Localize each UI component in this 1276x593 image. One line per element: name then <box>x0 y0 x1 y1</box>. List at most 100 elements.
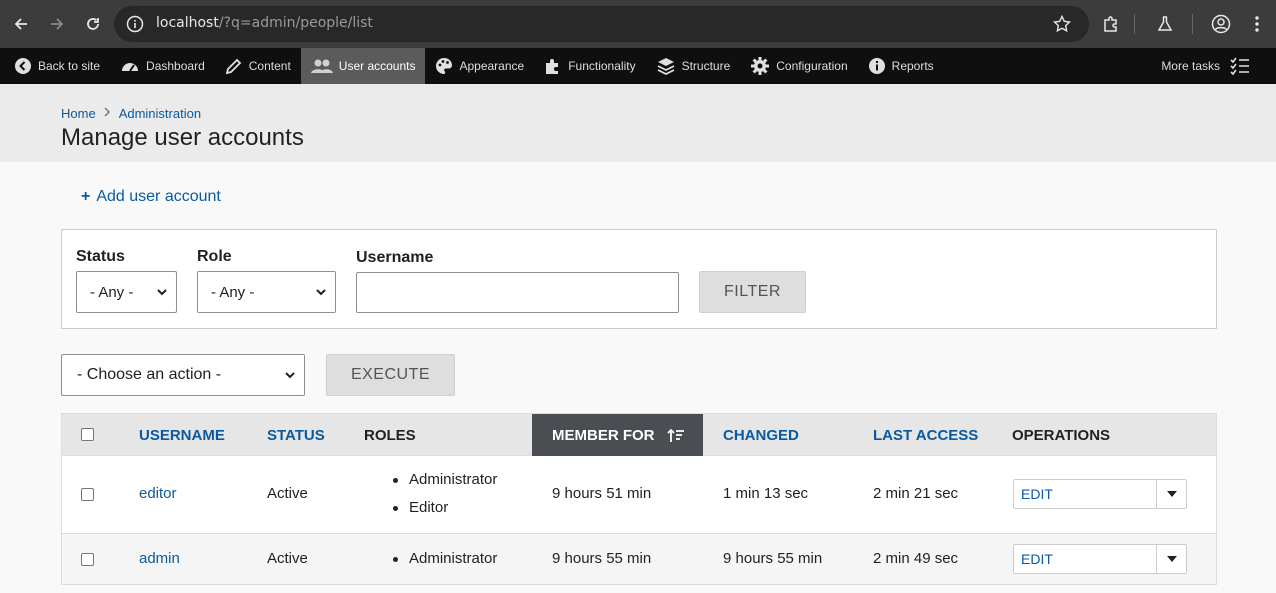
info-icon <box>868 58 885 74</box>
menu-kebab-icon[interactable] <box>1245 12 1269 36</box>
profile-icon[interactable] <box>1209 12 1233 36</box>
toolbar-label: Functionality <box>568 59 636 73</box>
admin-toolbar: Back to site Dashboard Content User acco… <box>0 48 1276 84</box>
toolbar-item-functionality[interactable]: Functionality <box>534 48 645 84</box>
layers-icon <box>657 58 674 76</box>
status-filter-select[interactable]: - Any - <box>76 271 177 313</box>
extensions-icon[interactable] <box>1099 12 1123 36</box>
url-text: localhost/?q=admin/people/list <box>156 15 373 31</box>
select-all-checkbox[interactable] <box>81 428 94 441</box>
toolbar-label: Reports <box>891 59 934 73</box>
separator <box>1192 14 1193 34</box>
last-access-text: 2 min 21 sec <box>873 485 959 502</box>
bulk-action-value: - Choose an action - <box>77 366 222 383</box>
palette-icon <box>436 58 453 74</box>
header-changed[interactable]: CHANGED <box>723 414 799 457</box>
edit-button[interactable]: EDIT <box>1014 545 1157 573</box>
reload-icon[interactable] <box>81 12 105 36</box>
puzzle-icon <box>546 59 559 74</box>
chevron-down-icon <box>156 285 168 302</box>
toolbar-item-configuration[interactable]: Configuration <box>740 48 857 84</box>
edit-button[interactable]: EDIT <box>1014 480 1157 508</box>
roles-list: Administrator <box>389 545 497 573</box>
bulk-action-select[interactable]: - Choose an action - <box>61 354 305 396</box>
execute-button[interactable]: EXECUTE <box>326 354 455 396</box>
toolbar-label: Back to site <box>38 59 101 73</box>
page-header: Home Administration Manage user accounts <box>0 84 1276 162</box>
filter-form: Status - Any - Role - Any - Username FIL… <box>61 229 1217 329</box>
header-roles: ROLES <box>364 427 416 444</box>
member-for-text: 9 hours 55 min <box>552 550 652 567</box>
header-operations: OPERATIONS <box>1012 427 1111 444</box>
header-status[interactable]: STATUS <box>267 414 325 457</box>
table-row: editor Active Administrator Editor 9 hou… <box>61 456 1217 534</box>
users-icon <box>310 59 333 73</box>
changed-text: 1 min 13 sec <box>723 485 809 502</box>
row-checkbox[interactable] <box>81 553 94 566</box>
member-for-text: 9 hours 51 min <box>552 485 652 502</box>
operations-dropbutton: EDIT <box>1013 544 1187 574</box>
table-row: admin Active Administrator 9 hours 55 mi… <box>61 534 1217 585</box>
role-item: Administrator <box>389 466 497 494</box>
site-info-icon[interactable] <box>126 15 144 37</box>
toolbar-label: Dashboard <box>146 59 205 73</box>
toolbar-item-appearance[interactable]: Appearance <box>425 48 534 84</box>
dropdown-toggle-icon[interactable] <box>1157 480 1186 508</box>
url-path: /?q=admin/people/list <box>218 15 373 31</box>
gear-icon <box>751 57 770 75</box>
row-checkbox[interactable] <box>81 488 94 501</box>
operations-dropbutton: EDIT <box>1013 479 1187 509</box>
labs-flask-icon[interactable] <box>1153 12 1177 36</box>
forward-arrow-icon[interactable] <box>45 12 69 36</box>
status-filter-label: Status <box>76 248 125 265</box>
toolbar-item-content[interactable]: Content <box>215 48 301 84</box>
main-content: + Add user account Status - Any - Role - … <box>0 162 1276 593</box>
role-filter-select[interactable]: - Any - <box>197 271 336 313</box>
breadcrumb-home-link[interactable]: Home <box>61 106 96 121</box>
address-bar[interactable]: localhost/?q=admin/people/list <box>114 6 1089 42</box>
status-text: Active <box>267 485 308 502</box>
dropdown-toggle-icon[interactable] <box>1157 545 1186 573</box>
toolbar-label: User accounts <box>338 59 416 73</box>
breadcrumb: Home Administration <box>61 106 201 121</box>
header-username[interactable]: USERNAME <box>139 414 225 457</box>
filter-button[interactable]: FILTER <box>699 271 806 313</box>
toolbar-item-dashboard[interactable]: Dashboard <box>110 48 215 84</box>
url-host: localhost <box>156 15 219 31</box>
role-filter-value: - Any - <box>211 283 255 301</box>
role-filter-label: Role <box>197 248 232 265</box>
header-member-for-label: MEMBER FOR <box>552 427 655 444</box>
toolbar-item-back-to-site[interactable]: Back to site <box>0 48 110 84</box>
more-tasks-button[interactable]: More tasks <box>1161 48 1250 84</box>
checklist-icon <box>1230 57 1249 75</box>
plus-icon: + <box>81 188 91 205</box>
header-last-access[interactable]: LAST ACCESS <box>873 414 978 457</box>
toolbar-item-user-accounts[interactable]: User accounts <box>300 48 426 84</box>
breadcrumb-administration-link[interactable]: Administration <box>119 106 201 121</box>
toolbar-item-structure[interactable]: Structure <box>646 48 741 84</box>
back-arrow-icon[interactable] <box>9 12 33 36</box>
status-filter-value: - Any - <box>90 283 134 301</box>
chevron-right-icon <box>104 107 111 120</box>
role-item: Editor <box>389 494 497 522</box>
users-table: USERNAME STATUS ROLES MEMBER FOR CHANGED… <box>61 413 1217 585</box>
toolbar-item-reports[interactable]: Reports <box>858 48 944 84</box>
separator <box>1134 14 1135 34</box>
add-user-account-link[interactable]: + Add user account <box>81 188 221 206</box>
role-item: Administrator <box>389 545 497 573</box>
pencil-icon <box>225 58 242 75</box>
username-link[interactable]: editor <box>139 485 177 502</box>
status-text: Active <box>267 550 308 567</box>
last-access-text: 2 min 49 sec <box>873 550 959 567</box>
chevron-down-icon <box>315 285 327 302</box>
toolbar-label: Appearance <box>459 59 525 73</box>
username-link[interactable]: admin <box>139 550 180 567</box>
toolbar-label: Content <box>248 59 291 73</box>
bookmark-star-icon[interactable] <box>1052 14 1072 37</box>
more-tasks-label: More tasks <box>1161 59 1220 73</box>
back-circle-icon <box>15 58 31 74</box>
chevron-down-icon <box>284 368 296 386</box>
header-member-for[interactable]: MEMBER FOR <box>532 414 703 457</box>
page-title: Manage user accounts <box>61 124 304 151</box>
username-filter-input[interactable] <box>356 272 679 313</box>
